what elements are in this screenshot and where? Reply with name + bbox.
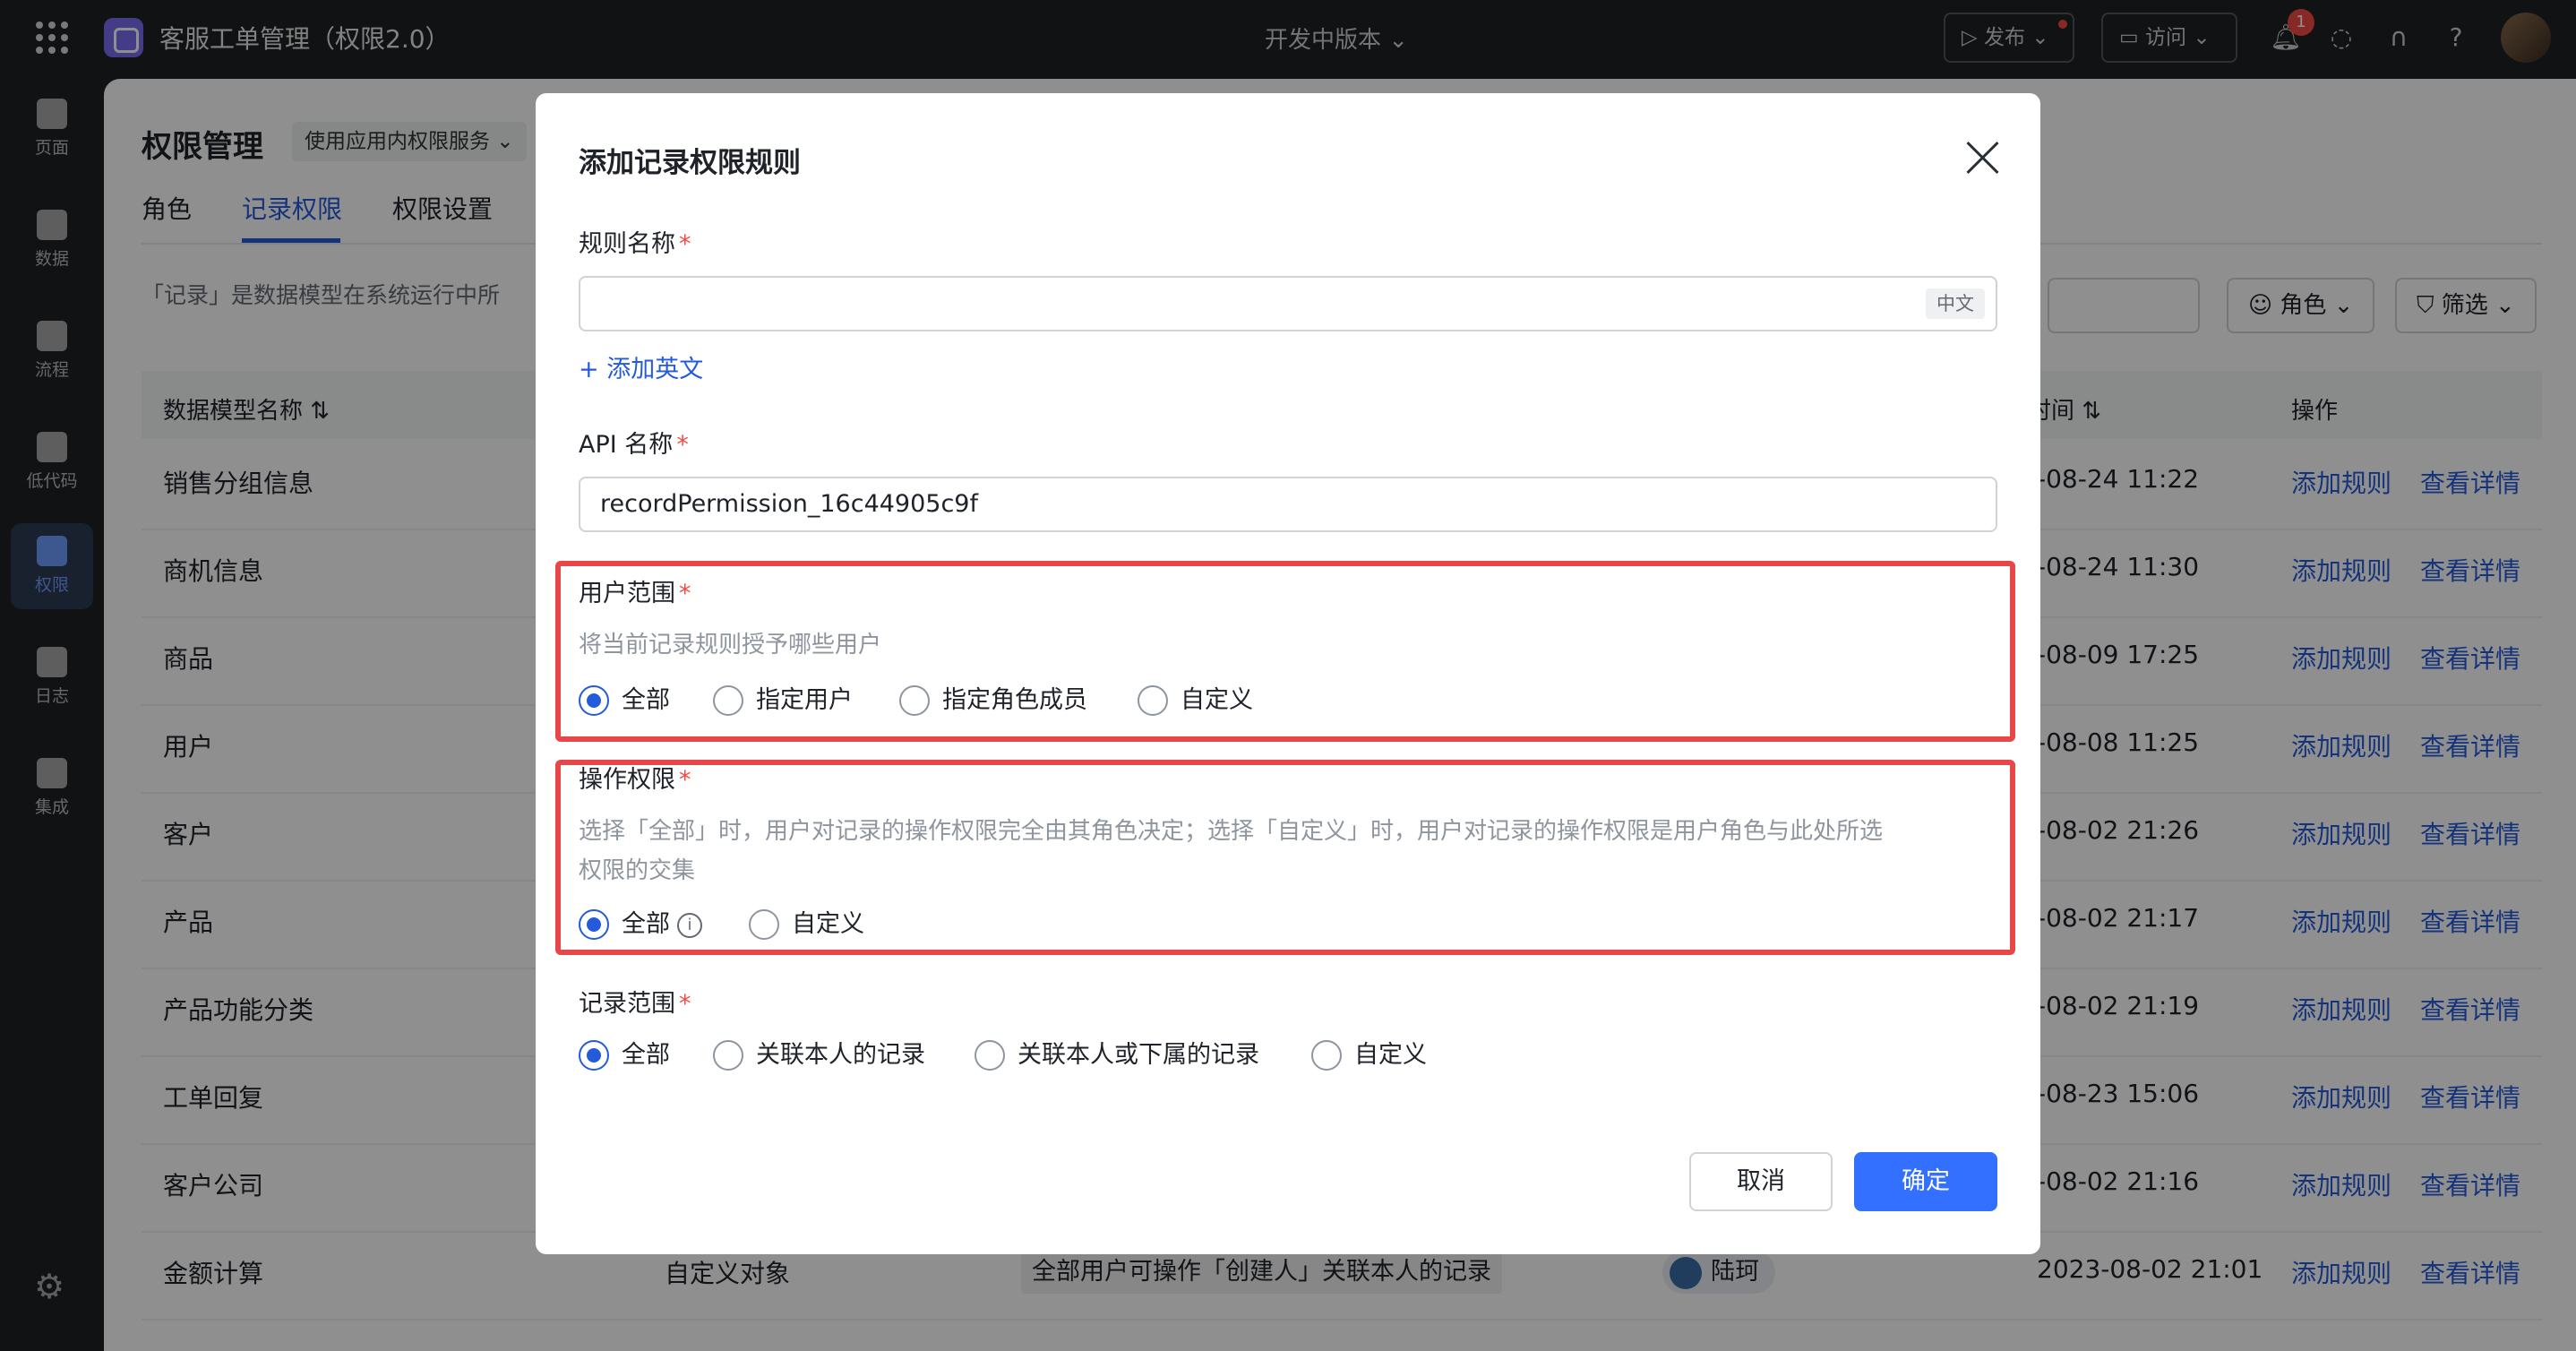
operation-permission-label-text: 操作权限	[579, 766, 675, 794]
operation-permission-hint-line2: 权限的交集	[579, 857, 696, 884]
record-scope-option-all[interactable]: 全部	[579, 1039, 670, 1071]
radio-checked-icon	[579, 1040, 609, 1071]
radio-label: 指定用户	[756, 686, 853, 714]
operation-permission-option-all[interactable]: 全部 i	[579, 908, 702, 941]
operation-permission-option-custom[interactable]: 自定义	[749, 908, 864, 941]
required-mark: *	[679, 580, 691, 607]
add-record-rule-dialog: 添加记录权限规则 规则名称 * 中文 + 添加英文 API 名称 * recordP…	[536, 93, 2040, 1254]
rule-name-label-text: 规则名称	[579, 230, 675, 258]
radio-checked-icon	[579, 909, 609, 940]
radio-label: 全部	[622, 686, 670, 714]
add-english-link[interactable]: + 添加英文	[579, 349, 703, 384]
record-scope-label-text: 记录范围	[579, 990, 675, 1018]
required-mark: *	[679, 990, 691, 1018]
confirm-button[interactable]: 确定	[1854, 1152, 1997, 1211]
radio-unchecked-icon	[713, 685, 743, 716]
radio-unchecked-icon	[749, 909, 779, 940]
record-scope-label: 记录范围 *	[579, 984, 691, 1019]
record-scope-option-custom[interactable]: 自定义	[1311, 1039, 1427, 1071]
user-scope-hint: 将当前记录规则授予哪些用户	[579, 632, 882, 658]
radio-unchecked-icon	[713, 1040, 743, 1071]
cancel-button[interactable]: 取消	[1689, 1152, 1833, 1211]
required-mark: *	[679, 766, 691, 794]
user-scope-option-custom[interactable]: 自定义	[1138, 684, 1253, 717]
radio-label: 全部	[622, 1041, 670, 1069]
radio-label: 全部	[622, 910, 670, 938]
radio-unchecked-icon	[899, 685, 930, 716]
radio-checked-icon	[579, 685, 609, 716]
user-scope-option-users[interactable]: 指定用户	[713, 684, 853, 717]
operation-permission-hint-line1: 选择「全部」时，用户对记录的操作权限完全由其角色决定；选择「自定义」时，用户对记…	[579, 818, 1884, 845]
user-scope-option-role-members[interactable]: 指定角色成员	[899, 684, 1087, 717]
rule-name-input[interactable]: 中文	[579, 276, 1997, 331]
user-scope-option-all[interactable]: 全部	[579, 684, 670, 717]
required-mark: *	[679, 230, 691, 258]
api-name-label-text: API 名称	[579, 431, 674, 459]
user-scope-label: 用户范围 *	[579, 573, 691, 608]
api-name-input[interactable]: recordPermission_16c44905c9f	[579, 477, 1997, 532]
radio-label: 关联本人的记录	[756, 1041, 925, 1069]
radio-label: 自定义	[1181, 686, 1253, 714]
dialog-title: 添加记录权限规则	[579, 147, 801, 179]
language-tag: 中文	[1926, 288, 1985, 319]
api-name-label: API 名称 *	[579, 425, 689, 460]
radio-label: 关联本人或下属的记录	[1018, 1041, 1259, 1069]
record-scope-option-self[interactable]: 关联本人的记录	[713, 1039, 925, 1071]
required-mark: *	[676, 431, 689, 459]
radio-label: 指定角色成员	[942, 686, 1087, 714]
rule-name-label: 规则名称 *	[579, 224, 691, 259]
record-scope-option-self-or-subordinates[interactable]: 关联本人或下属的记录	[975, 1039, 1259, 1071]
radio-label: 自定义	[1354, 1041, 1427, 1069]
radio-unchecked-icon	[1138, 685, 1168, 716]
user-scope-label-text: 用户范围	[579, 580, 675, 607]
radio-unchecked-icon	[1311, 1040, 1342, 1071]
close-icon[interactable]	[1963, 138, 2003, 177]
radio-label: 自定义	[792, 910, 864, 938]
radio-unchecked-icon	[975, 1040, 1005, 1071]
info-icon[interactable]: i	[677, 912, 702, 938]
operation-permission-label: 操作权限 *	[579, 760, 691, 795]
